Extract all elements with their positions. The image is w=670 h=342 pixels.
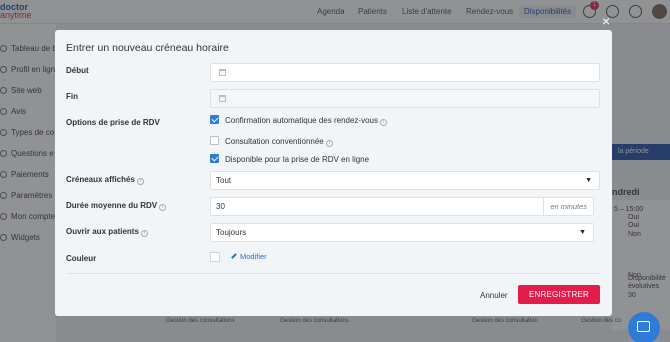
ouvrir-label: Ouvrir aux patients i (66, 227, 148, 237)
creneaux-label: Créneaux affichés i (66, 175, 144, 185)
checkbox-auto-confirm[interactable] (210, 115, 219, 124)
close-icon[interactable]: × (602, 14, 610, 28)
duree-input[interactable]: 30 en minutes (210, 197, 594, 216)
save-button[interactable]: ENREGISTRER (518, 285, 600, 304)
dialog-title: Entrer un nouveau créneau horaire (66, 42, 229, 54)
calendar-icon (219, 69, 226, 76)
debut-input[interactable] (210, 63, 600, 82)
chat-button[interactable] (628, 312, 660, 342)
pencil-icon (231, 253, 237, 259)
checkbox-online-booking[interactable] (210, 154, 219, 163)
info-icon[interactable]: i (379, 119, 387, 126)
ouvrir-select[interactable]: Toujours ▼ (210, 223, 594, 242)
cancel-button[interactable]: Annuler (480, 291, 508, 300)
duree-unit: en minutes (543, 198, 593, 215)
info-icon[interactable]: i (136, 178, 144, 185)
caret-down-icon: ▼ (585, 177, 592, 184)
couleur-label: Couleur (66, 254, 97, 263)
options-label: Options de prise de RDV (66, 118, 160, 127)
caret-down-icon: ▼ (579, 229, 586, 236)
color-swatch[interactable] (210, 252, 220, 262)
new-slot-dialog: Entrer un nouveau créneau horaire Début … (55, 30, 612, 316)
calendar-icon (219, 95, 226, 102)
fin-label: Fin (66, 92, 78, 101)
fin-input[interactable] (210, 89, 600, 108)
info-icon[interactable]: i (159, 204, 167, 211)
checkbox-conventionnee[interactable] (210, 136, 219, 145)
debut-label: Début (66, 66, 89, 75)
option-conventionnee[interactable]: Consultation conventionnée i (210, 136, 333, 147)
modify-color-link[interactable]: Modifier (231, 252, 267, 261)
duree-label: Durée moyenne du RDV i (66, 201, 167, 211)
option-auto-confirm[interactable]: Confirmation automatique des rendez-vous… (210, 115, 387, 126)
creneaux-select[interactable]: Tout ▼ (210, 171, 600, 190)
info-icon[interactable]: i (140, 230, 148, 237)
chat-icon (637, 321, 650, 332)
option-online-booking[interactable]: Disponible pour la prise de RDV en ligne (210, 154, 369, 164)
divider (66, 273, 601, 274)
info-icon[interactable]: i (325, 140, 333, 147)
